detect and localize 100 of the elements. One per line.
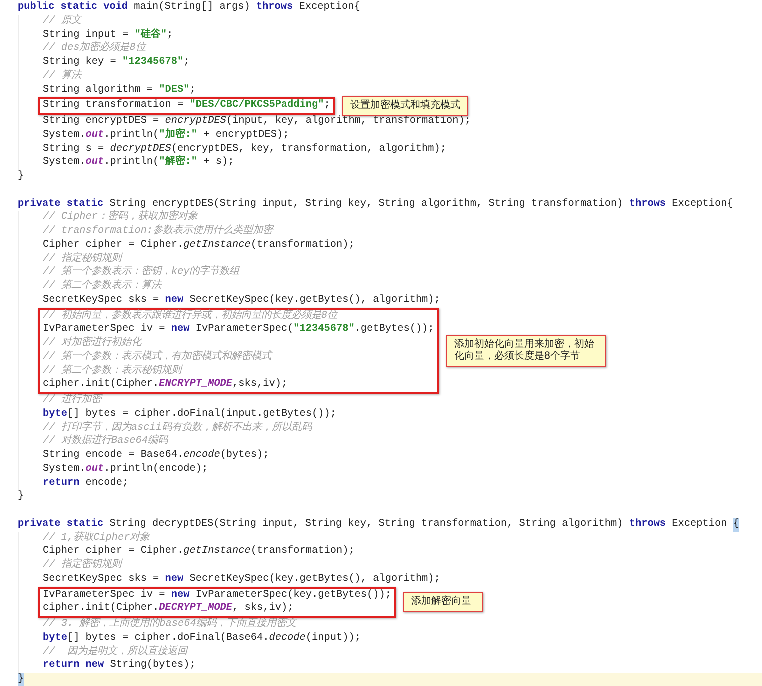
code-text: String transformation = (43, 99, 185, 113)
code-text: + s); (202, 156, 234, 170)
code-keyword: throws (256, 1, 294, 15)
code-comment: // 打印字节，因为ascii码有负数，解析不出来，所以乱码 (43, 422, 312, 434)
bracket-highlight: { (733, 518, 740, 532)
code-keyword: throws (629, 198, 666, 212)
code-text: cipher.init(Cipher. (43, 602, 160, 616)
code-text: cipher.init(Cipher. (43, 378, 160, 392)
code-text: Cipher cipher = Cipher. (43, 545, 184, 558)
code-keyword: byte (43, 408, 68, 422)
code-method: encode (184, 449, 220, 463)
code-keyword: return (43, 476, 80, 490)
code-text: , sks,iv); (232, 602, 294, 616)
code-text: IvParameterSpec( (194, 323, 294, 337)
callout-note: 添加初始化向量用来加密，初始化向量，必须长度是8个字节 (446, 334, 606, 367)
code-text: } (18, 170, 24, 184)
code-text: String decryptDES(String input, String key, String transformation, String algorithm) (108, 518, 624, 532)
code-keyword: new (165, 294, 184, 308)
code-comment: // 算法 (43, 70, 82, 84)
code-text: (transformation); (250, 238, 355, 252)
code-keyword: return new (43, 659, 104, 673)
code-string: "12345678" (122, 56, 184, 70)
code-field: out (86, 128, 104, 142)
callout-note: 设置加密模式和填充模式 (342, 96, 468, 116)
code-string: "DES" (159, 84, 190, 98)
code-text: SecretKeySpec(key.getBytes(), algorithm); (188, 572, 440, 586)
code-comment: // 指定秘钥规则 (43, 252, 122, 266)
callout-note: 添加解密向量 (403, 592, 484, 612)
code-keyword: byte (43, 632, 68, 646)
code-text: String s = (43, 142, 106, 156)
code-comment: // des加密必须是8位 (43, 42, 146, 56)
code-comment: // 初始向量，参数表示跟谁进行异或，初始向量的长度必须是8位 (43, 310, 338, 324)
code-text: Exception{ (298, 1, 360, 15)
code-text: System. (43, 462, 86, 476)
code-keyword: new (171, 588, 190, 602)
code-field: out (86, 462, 104, 476)
code-comment: // 1,获取Cipher对象 (43, 532, 150, 546)
code-text: String encryptDES = (43, 115, 160, 129)
code-comment: // 对加密进行初始化 (43, 337, 142, 350)
code-keyword: private static (18, 518, 104, 532)
code-comment: // 对数据进行Base64编码 (43, 435, 168, 449)
code-text: ; (184, 56, 190, 70)
code-text: IvParameterSpec(key.getBytes()); (194, 588, 392, 602)
code-keyword: new (171, 323, 190, 337)
code-text: System. (43, 156, 86, 170)
code-comment: // Cipher：密码，获取加密对象 (43, 211, 198, 224)
code-field: ENCRYPT_MODE (159, 378, 233, 392)
code-text: String encode = Base64. (43, 449, 184, 463)
code-text: [] bytes = cipher.doFinal(input.getBytes()); (67, 408, 336, 422)
code-keyword: public static void (18, 1, 128, 14)
code-text: .println( (104, 156, 160, 170)
code-text: Exception{ (671, 198, 734, 212)
code-text: ; (166, 28, 174, 42)
code-comment: // 第一个参数表示：密钥，key的字节数组 (43, 266, 240, 280)
code-text: IvParameterSpec iv = (43, 588, 166, 602)
code-string: "DES/CBC/PKCS5Padding" (190, 99, 324, 113)
code-method: encryptDES (165, 115, 226, 128)
code-text: String input = (43, 28, 130, 42)
code-text: .getBytes()); (354, 323, 434, 337)
code-text: encode; (84, 476, 129, 490)
code-text: IvParameterSpec iv = (43, 323, 166, 336)
code-text: + encryptDES); (202, 128, 290, 142)
code-keyword: private static (18, 198, 104, 212)
code-field: out (86, 156, 104, 170)
code-method: decode (269, 632, 306, 646)
code-text: (input)); (306, 632, 361, 646)
code-text: String(bytes); (109, 659, 196, 673)
code-string: "解密:" (159, 156, 198, 170)
bracket-highlight: } (18, 673, 24, 686)
code-text: System. (43, 128, 86, 142)
code-text: Exception (671, 518, 728, 532)
code-text: ,sks,iv); (232, 378, 288, 392)
code-text: (input, key, algorithm, transformation); (226, 115, 471, 129)
code-text: ; (324, 99, 330, 113)
code-text: (encryptDES, key, transformation, algorithm); (171, 142, 446, 156)
code-keyword: new (165, 572, 184, 586)
code-comment: // 因为是明文，所以直接返回 (43, 646, 188, 660)
code-method: getInstance (184, 238, 251, 252)
code-method: decryptDES (110, 142, 172, 156)
code-string: "硅谷" (134, 28, 167, 42)
code-comment: // 第一个参数：表示模式，有加密模式和解密模式 (43, 350, 272, 364)
code-text: SecretKeySpec(key.getBytes(), algorithm); (188, 294, 440, 308)
code-text: } (18, 490, 24, 504)
code-text: main(String[] args) (133, 1, 252, 15)
code-comment: // transformation:参数表示使用什么类型加密 (43, 225, 274, 239)
code-text: (bytes); (220, 449, 270, 463)
code-comment: // 第二个参数表示：算法 (43, 280, 162, 294)
code-text: .println(encode); (104, 462, 208, 476)
code-comment: // 3. 解密，上面使用的base64编码，下面直接用密文 (43, 618, 296, 632)
code-comment: // 第二个参数：表示秘钥规则 (43, 364, 182, 378)
code-text: SecretKeySpec sks = (43, 572, 160, 586)
code-text: Cipher cipher = Cipher. (43, 238, 184, 252)
code-text: (transformation); (250, 545, 355, 559)
code-text: [] bytes = cipher.doFinal(Base64. (67, 632, 270, 646)
code-string: "12345678" (294, 323, 355, 337)
code-text: String encryptDES(String input, String key, String algorithm, String transformation) (108, 198, 624, 210)
code-text: SecretKeySpec sks = (43, 294, 160, 308)
code-string: "加密:" (159, 128, 198, 142)
code-comment: // 指定密钥规则 (43, 559, 122, 573)
code-text: String key = (43, 56, 118, 70)
